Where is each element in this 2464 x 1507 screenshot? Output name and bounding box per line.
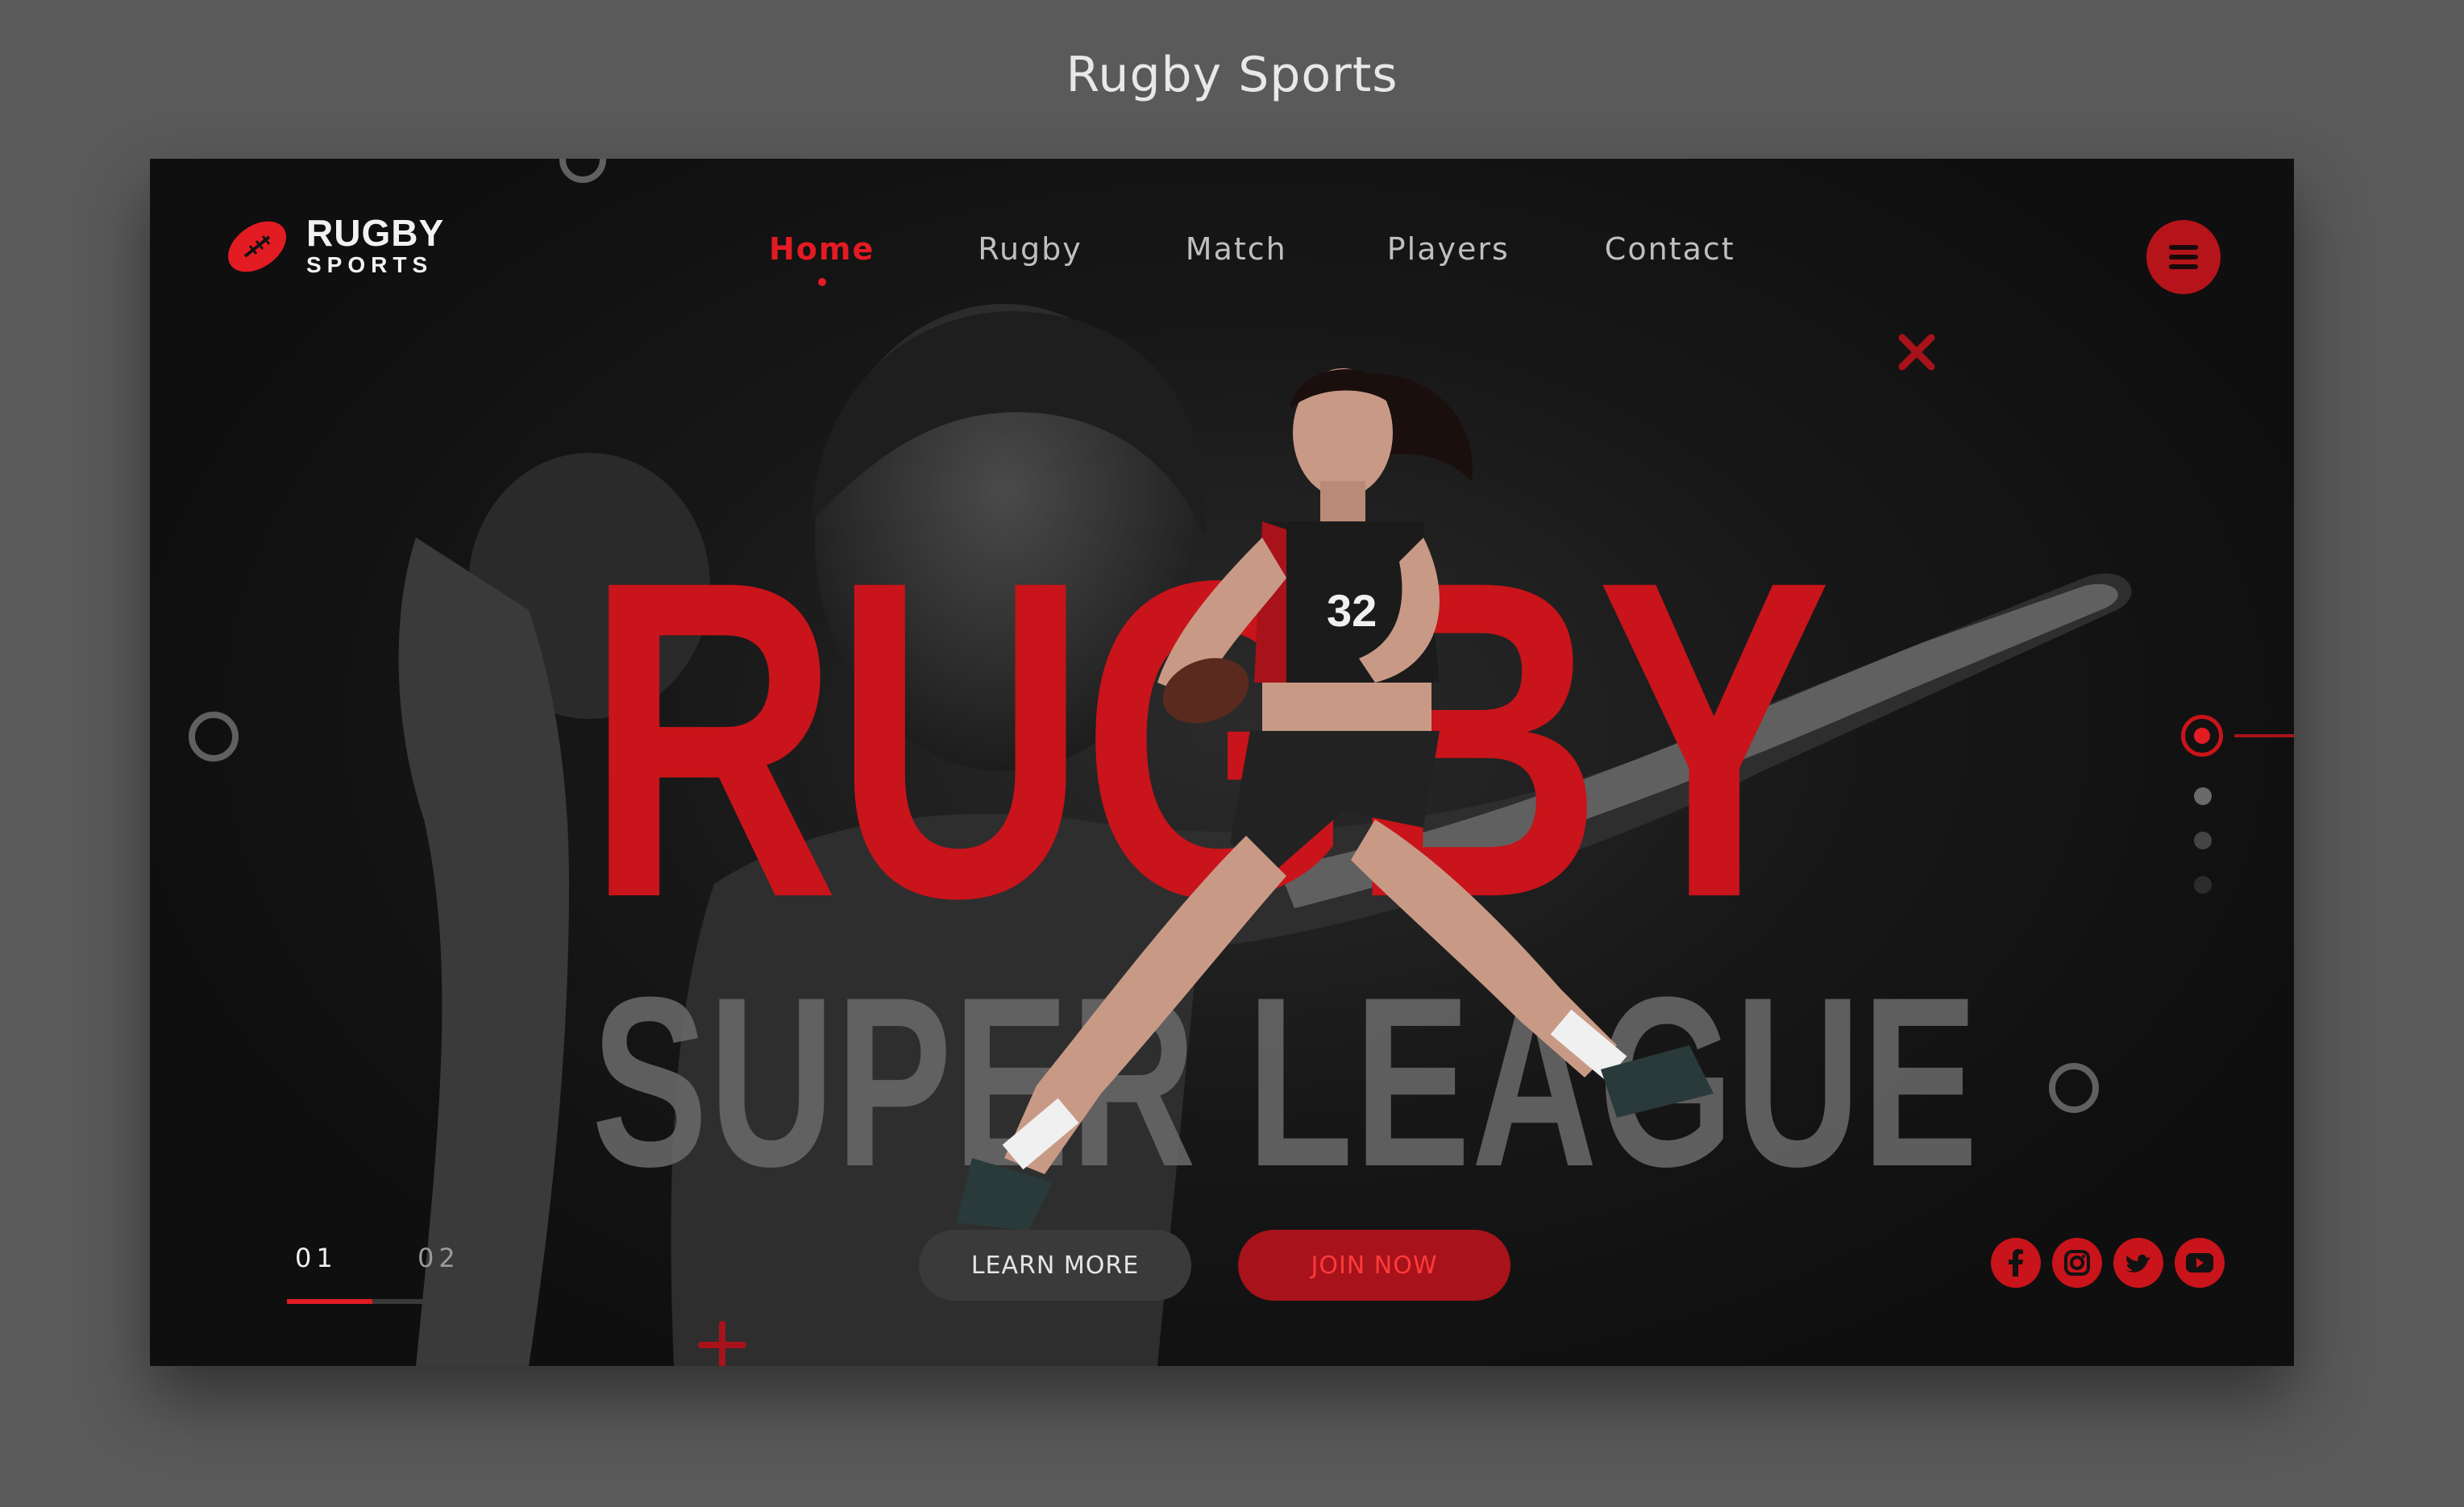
youtube-icon[interactable] [2175, 1238, 2225, 1288]
nav-item-contact[interactable]: Contact [1605, 231, 1735, 267]
decor-ring [2049, 1063, 2099, 1113]
nav-item-label: Rugby [978, 231, 1082, 267]
nav-item-label: Contact [1604, 231, 1735, 267]
twitter-icon[interactable] [2113, 1238, 2163, 1288]
decor-cross-icon [1898, 334, 1935, 371]
slide-dot[interactable] [2194, 832, 2212, 849]
nav-item-match[interactable]: Match [1186, 231, 1287, 267]
pager-progress-track [287, 1299, 458, 1304]
decor-plus-icon [698, 1321, 746, 1366]
nav-item-players[interactable]: Players [1387, 231, 1510, 267]
nav-item-rugby[interactable]: Rugby [978, 231, 1082, 267]
facebook-icon[interactable] [1991, 1238, 2041, 1288]
brand-tagline: SPORTS [306, 252, 434, 277]
slide-dot[interactable] [2194, 787, 2212, 805]
join-now-button[interactable]: JOIN NOW [1238, 1230, 1510, 1301]
svg-text:32: 32 [1327, 585, 1377, 636]
nav-item-home[interactable]: Home [769, 231, 875, 286]
hero-athlete-image: 32 [956, 368, 1714, 1231]
nav-item-label: Players [1386, 231, 1510, 267]
website-frame: RUGBY SUPER LEAGUE 32 RUGBY SPORTS Home … [150, 159, 2294, 1366]
pager-progress-fill [287, 1299, 372, 1304]
rugby-ball-icon [227, 221, 287, 272]
page-caption: Rugby Sports [1066, 47, 1398, 103]
main-nav: Home Rugby Match Players Contact [769, 231, 1735, 286]
instagram-icon[interactable] [2052, 1238, 2102, 1288]
hamburger-icon [2169, 240, 2198, 274]
pager-next[interactable]: 02 [418, 1243, 460, 1273]
active-indicator [817, 278, 826, 286]
brand-name: RUGBY [306, 212, 445, 254]
slide-dot[interactable] [2194, 876, 2212, 894]
nav-item-label: Home [769, 231, 875, 267]
decor-ring [189, 712, 239, 762]
slide-dot-active-center [2194, 728, 2210, 744]
pager-current[interactable]: 01 [295, 1243, 338, 1273]
learn-more-button[interactable]: LEARN MORE [919, 1230, 1191, 1301]
social-links [1991, 1238, 2225, 1288]
nav-item-label: Match [1185, 231, 1287, 267]
slide-indicator-line [2234, 734, 2294, 737]
brand-logo[interactable]: RUGBY SPORTS [222, 212, 444, 281]
menu-button[interactable] [2146, 220, 2221, 294]
